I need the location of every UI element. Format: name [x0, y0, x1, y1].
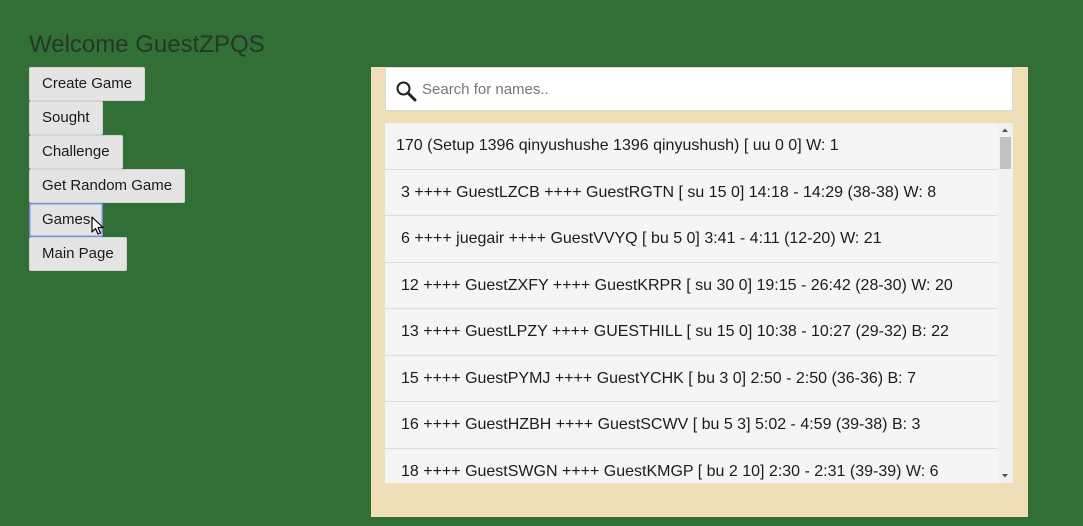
search-input[interactable]	[422, 68, 1002, 110]
game-list-item[interactable]: 12 ++++ GuestZXFY ++++ GuestKRPR [ su 30…	[385, 262, 997, 309]
game-list-item[interactable]: 3 ++++ GuestLZCB ++++ GuestRGTN [ su 15 …	[385, 169, 997, 216]
search-icon	[396, 81, 417, 102]
scroll-up-arrow-icon[interactable]	[997, 123, 1013, 137]
games-list[interactable]: 170 (Setup 1396 qinyushushe 1396 qinyush…	[385, 123, 997, 483]
game-list-item[interactable]: 170 (Setup 1396 qinyushushe 1396 qinyush…	[385, 123, 997, 170]
search-box	[385, 67, 1013, 111]
game-list-item[interactable]: 15 ++++ GuestPYMJ ++++ GuestYCHK [ bu 3 …	[385, 355, 997, 402]
game-list-item[interactable]: 6 ++++ juegair ++++ GuestVVYQ [ bu 5 0] …	[385, 216, 997, 263]
game-list-item[interactable]: 13 ++++ GuestLPZY ++++ GUESTHILL [ su 15…	[385, 309, 997, 356]
games-panel: 170 (Setup 1396 qinyushushe 1396 qinyush…	[371, 67, 1028, 517]
sought-button[interactable]: Sought	[29, 101, 103, 135]
game-list-item[interactable]: 16 ++++ GuestHZBH ++++ GuestSCWV [ bu 5 …	[385, 402, 997, 449]
main-page-button[interactable]: Main Page	[29, 237, 127, 271]
left-menu: Create Game Sought Challenge Get Random …	[29, 67, 186, 271]
scrollbar[interactable]	[997, 123, 1013, 483]
games-list-container: 170 (Setup 1396 qinyushushe 1396 qinyush…	[385, 123, 1013, 483]
challenge-button[interactable]: Challenge	[29, 135, 123, 169]
scroll-down-arrow-icon[interactable]	[997, 469, 1013, 483]
scrollbar-thumb[interactable]	[1000, 137, 1011, 169]
create-game-button[interactable]: Create Game	[29, 67, 146, 101]
welcome-title: Welcome GuestZPQS	[29, 31, 265, 58]
get-random-game-button[interactable]: Get Random Game	[29, 169, 186, 203]
game-list-item[interactable]: 18 ++++ GuestSWGN ++++ GuestKMGP [ bu 2 …	[385, 448, 997, 483]
mouse-pointer-icon	[91, 216, 104, 235]
